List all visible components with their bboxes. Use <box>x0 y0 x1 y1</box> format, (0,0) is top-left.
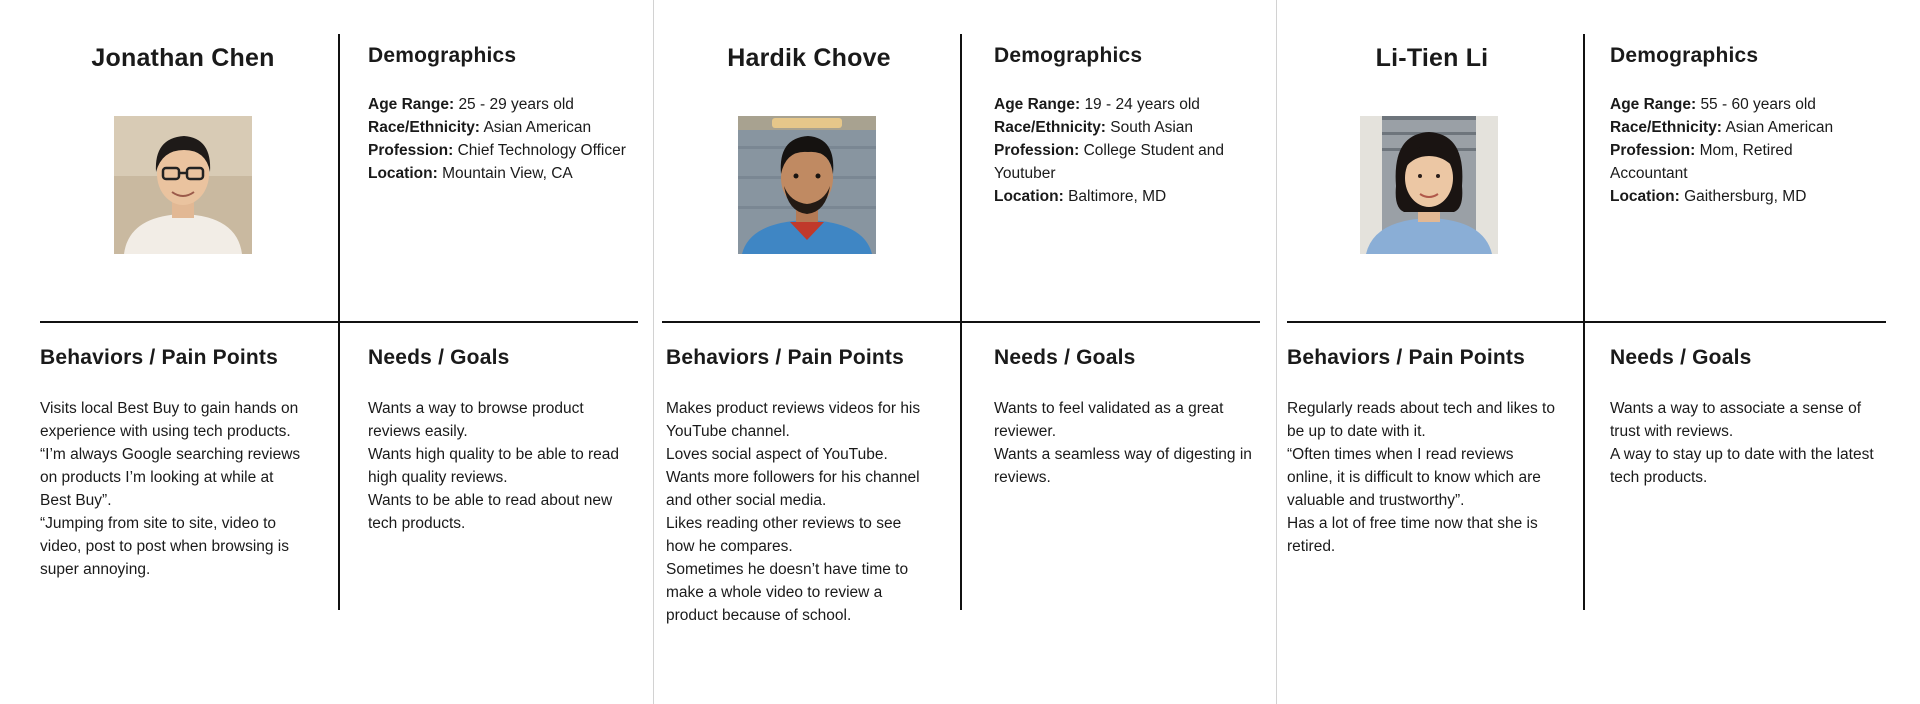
demographics-label: Location: <box>368 165 438 182</box>
demographics-row: Race/Ethnicity: South Asian <box>994 116 1264 139</box>
behavior-item: “Often times when I read reviews online,… <box>1287 446 1541 509</box>
quadrant-horizontal-divider <box>662 321 1260 323</box>
behavior-item: Makes product reviews videos for his You… <box>666 400 921 440</box>
behaviors-list: Visits local Best Buy to gain hands on e… <box>40 397 302 581</box>
demographics-value: South Asian <box>1110 119 1194 136</box>
persona-card-jonathan-chen: Jonathan Chen Demographics Age Range: 25… <box>0 0 653 704</box>
demographics-row: Age Range: 25 - 29 years old <box>368 93 668 116</box>
persona-photo <box>114 116 252 254</box>
demographics-row: Profession: Chief Technology Officer <box>368 139 668 162</box>
behaviors-heading: Behaviors / Pain Points <box>40 346 278 369</box>
demographics-row: Profession: College Student and Youtuber <box>994 139 1264 185</box>
behavior-item: Visits local Best Buy to gain hands on e… <box>40 400 299 440</box>
demographics-row: Location: Mountain View, CA <box>368 162 668 185</box>
demographics-row: Race/Ethnicity: Asian American <box>1610 116 1886 139</box>
quadrant-horizontal-divider <box>40 321 638 323</box>
demographics-row: Age Range: 55 - 60 years old <box>1610 93 1886 116</box>
persona-name: Jonathan Chen <box>91 44 275 72</box>
behavior-item: Wants more followers for his channel and… <box>666 469 920 509</box>
behavior-item: “Jumping from site to site, video to vid… <box>40 515 289 578</box>
demographics-row: Location: Baltimore, MD <box>994 185 1264 208</box>
demographics-row: Profession: Mom, Retired Accountant <box>1610 139 1850 185</box>
behavior-item: Likes reading other reviews to see how h… <box>666 515 902 555</box>
demographics-value: Asian American <box>1725 119 1834 136</box>
demographics-heading: Demographics <box>994 44 1143 67</box>
demographics-heading: Demographics <box>368 44 517 67</box>
needs-heading: Needs / Goals <box>368 346 510 369</box>
persona-name: Hardik Chove <box>727 44 891 72</box>
need-item: Wants a seamless way of digesting in rev… <box>994 446 1252 486</box>
demographics-value: Chief Technology Officer <box>457 142 626 159</box>
behavior-item: “I’m always Google searching reviews on … <box>40 446 301 509</box>
demographics-label: Location: <box>1610 188 1680 205</box>
demographics-value: Asian American <box>483 119 592 136</box>
person-photo-icon <box>738 116 876 254</box>
behavior-item: Sometimes he doesn’t have time to make a… <box>666 561 909 624</box>
persona-photo <box>1360 116 1498 254</box>
demographics-value: 19 - 24 years old <box>1084 96 1200 113</box>
demographics-label: Age Range: <box>1610 96 1697 113</box>
persona-card-li-tien-li: Li-Tien Li Demographics Age Range: 55 - … <box>1277 0 1920 704</box>
need-item: Wants a way to browse product reviews ea… <box>368 400 584 440</box>
behavior-item: Has a lot of free time now that she is r… <box>1287 515 1538 555</box>
behavior-item: Loves social aspect of YouTube. <box>666 446 888 463</box>
person-photo-icon <box>114 116 252 254</box>
persona-name: Li-Tien Li <box>1375 44 1489 72</box>
need-item: Wants to be able to read about new tech … <box>368 492 613 532</box>
demographics-value: 25 - 29 years old <box>458 96 574 113</box>
need-item: A way to stay up to date with the latest… <box>1610 446 1874 486</box>
demographics-row: Location: Gaithersburg, MD <box>1610 185 1886 208</box>
person-photo-icon <box>1360 116 1498 254</box>
demographics-label: Profession: <box>368 142 454 159</box>
demographics-label: Race/Ethnicity: <box>368 119 480 136</box>
behaviors-list: Regularly reads about tech and likes to … <box>1287 397 1557 558</box>
behavior-item: Regularly reads about tech and likes to … <box>1287 400 1555 440</box>
demographics-label: Location: <box>994 188 1064 205</box>
demographics-heading: Demographics <box>1610 44 1759 67</box>
persona-card-hardik-chove: Hardik Chove Demographics Age Range: 19 … <box>654 0 1276 704</box>
demographics-value: Gaithersburg, MD <box>1684 188 1807 205</box>
demographics-label: Age Range: <box>368 96 455 113</box>
demographics-label: Race/Ethnicity: <box>1610 119 1722 136</box>
needs-heading: Needs / Goals <box>994 346 1136 369</box>
demographics-value: Baltimore, MD <box>1068 188 1167 205</box>
behaviors-list: Makes product reviews videos for his You… <box>666 397 928 627</box>
quadrant-horizontal-divider <box>1287 321 1886 323</box>
persona-photo <box>738 116 876 254</box>
needs-list: Wants to feel validated as a great revie… <box>994 397 1264 489</box>
demographics-list: Age Range: 25 - 29 years old Race/Ethnic… <box>368 93 668 185</box>
behaviors-heading: Behaviors / Pain Points <box>666 346 904 369</box>
demographics-row: Race/Ethnicity: Asian American <box>368 116 668 139</box>
behaviors-heading: Behaviors / Pain Points <box>1287 346 1525 369</box>
demographics-value: Mountain View, CA <box>442 165 573 182</box>
demographics-value: 55 - 60 years old <box>1700 96 1816 113</box>
demographics-label: Race/Ethnicity: <box>994 119 1106 136</box>
demographics-list: Age Range: 19 - 24 years old Race/Ethnic… <box>994 93 1264 208</box>
demographics-label: Age Range: <box>994 96 1081 113</box>
need-item: Wants to feel validated as a great revie… <box>994 400 1224 440</box>
demographics-row: Age Range: 19 - 24 years old <box>994 93 1264 116</box>
needs-heading: Needs / Goals <box>1610 346 1752 369</box>
needs-list: Wants a way to browse product reviews ea… <box>368 397 638 535</box>
demographics-label: Profession: <box>994 142 1080 159</box>
needs-list: Wants a way to associate a sense of trus… <box>1610 397 1888 489</box>
need-item: Wants high quality to be able to read hi… <box>368 446 620 486</box>
demographics-label: Profession: <box>1610 142 1696 159</box>
need-item: Wants a way to associate a sense of trus… <box>1610 400 1861 440</box>
demographics-list: Age Range: 55 - 60 years old Race/Ethnic… <box>1610 93 1886 208</box>
